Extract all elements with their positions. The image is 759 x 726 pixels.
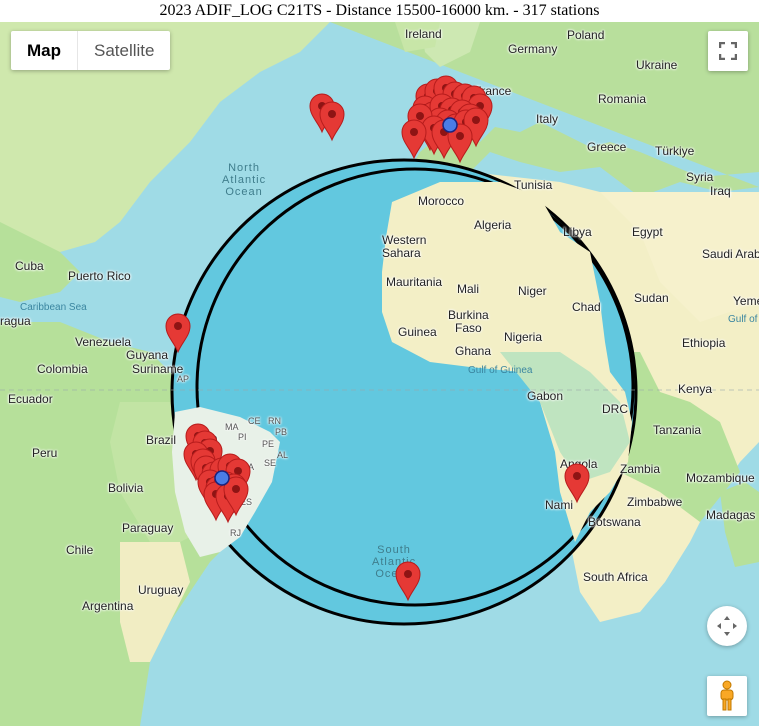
- map-canvas[interactable]: North Atlantic Ocean South Atlantic Ocean Ir…: [0, 22, 759, 726]
- pegman-icon: [720, 680, 734, 711]
- map-type-satellite-button[interactable]: Satellite: [77, 31, 170, 70]
- markers-layer: [165, 75, 590, 602]
- station-marker[interactable]: [319, 101, 345, 142]
- home-marker[interactable]: [442, 117, 458, 133]
- station-marker[interactable]: [401, 119, 427, 160]
- camera-move-icon: [717, 616, 737, 636]
- map-type-map-button[interactable]: Map: [11, 31, 77, 70]
- station-marker[interactable]: [395, 561, 421, 602]
- fullscreen-button[interactable]: [708, 31, 748, 71]
- home-marker[interactable]: [214, 470, 230, 486]
- page-title: 2023 ADIF_LOG C21TS - Distance 15500-160…: [159, 2, 600, 19]
- map-type-control: Map Satellite: [11, 31, 171, 70]
- camera-control-button[interactable]: [707, 606, 747, 646]
- station-marker[interactable]: [165, 313, 191, 354]
- street-view-pegman-button[interactable]: [707, 676, 747, 716]
- fullscreen-icon: [719, 42, 737, 60]
- station-marker[interactable]: [564, 463, 590, 504]
